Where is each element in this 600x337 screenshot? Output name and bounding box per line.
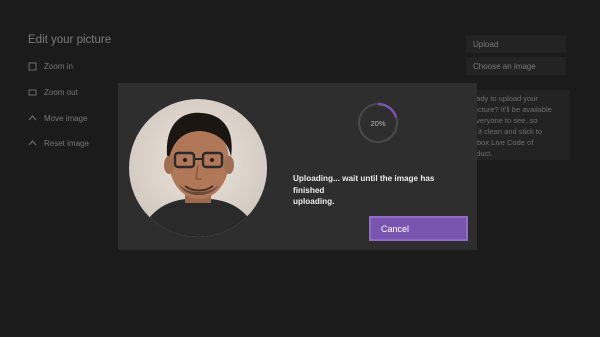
progress-percent-label: 20% [370,118,386,128]
upload-info-text: eady to upload your picture? It'll be av… [466,90,570,160]
cancel-button[interactable]: Cancel [369,216,468,241]
choose-image-button[interactable]: Choose an image [466,57,566,75]
sidebar-item-label: Zoom in [44,62,73,71]
zoom-out-icon [28,88,37,97]
info-line: everyone to see, so [472,116,538,125]
upload-dialog: 20% Uploading... wait until the image ha… [118,83,477,250]
zoom-in-icon [28,62,37,71]
sidebar-item-zoom-out[interactable]: Zoom out [28,88,78,97]
sidebar-item-label: Reset image [44,139,89,148]
sidebar-item-label: Zoom out [44,88,78,97]
profile-picture [129,99,267,237]
sidebar-item-zoom-in[interactable]: Zoom in [28,62,73,71]
upload-status-message: Uploading... wait until the image has fi… [293,173,468,208]
upload-progress-ring: 20% [356,101,400,145]
sidebar-item-move-image[interactable]: Move image [28,114,88,123]
info-line: Xbox Live Code of [472,138,534,147]
info-line: eady to upload your [472,94,538,103]
page-title: Edit your picture [28,34,112,46]
info-line: picture? It'll be available [472,105,552,114]
move-icon [28,114,37,123]
status-line: uploading. [293,197,335,206]
status-line: Uploading... wait until the image has fi… [293,174,435,195]
profile-picture-illustration [139,112,259,237]
sidebar-item-reset-image[interactable]: Reset image [28,139,89,148]
info-line: nduct. [472,149,493,158]
info-line: p it clean and stick to [472,127,543,136]
sidebar-item-label: Move image [44,114,88,123]
reset-icon [28,139,37,148]
upload-button[interactable]: Upload [466,35,566,53]
